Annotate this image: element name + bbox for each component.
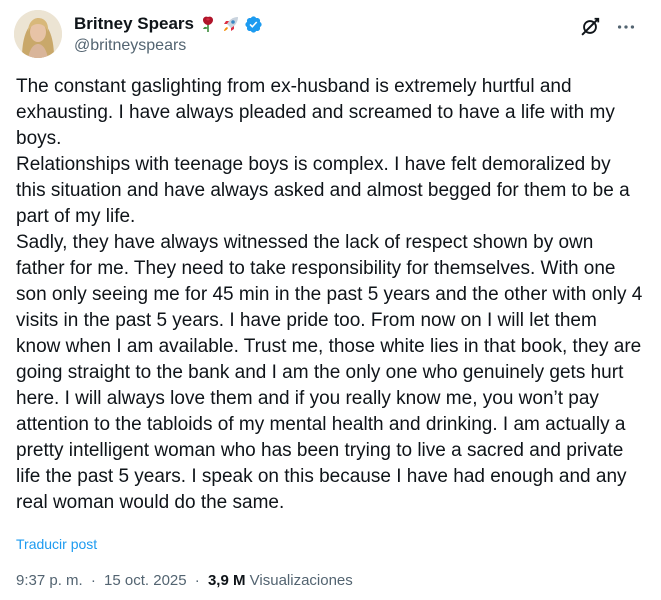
author-display-name[interactable]: Britney Spears (74, 14, 194, 34)
tweet-time[interactable]: 9:37 p. m. (16, 572, 83, 589)
views-count: 3,9 M (207, 572, 246, 589)
tweet: Britney Spears @britneyspears The consta… (0, 0, 661, 600)
author-handle[interactable]: @britneyspears (74, 37, 186, 55)
tweet-paragraph: Relationships with teenage boys is compl… (16, 154, 630, 227)
more-icon[interactable] (615, 16, 637, 38)
meta-separator: · (90, 572, 96, 589)
tweet-text: The constant gaslighting from ex-husband… (16, 74, 644, 516)
tweet-date[interactable]: 15 oct. 2025 (104, 572, 187, 589)
translate-post-link[interactable]: Traducir post (16, 536, 97, 552)
avatar[interactable] (14, 10, 62, 58)
tweet-top-actions (579, 16, 637, 38)
tweet-meta: 9:37 p. m. · 15 oct. 2025 · 3,9 M Visual… (16, 572, 353, 589)
grok-icon[interactable] (579, 16, 601, 38)
meta-separator: · (194, 572, 200, 589)
verified-badge-icon[interactable] (244, 15, 263, 34)
tweet-paragraph: Sadly, they have always witnessed the la… (16, 232, 643, 513)
tweet-paragraph: The constant gaslighting from ex-husband… (16, 76, 615, 149)
views-label: Visualizaciones (249, 572, 353, 589)
author-name-row: Britney Spears (74, 12, 263, 36)
rose-icon (199, 15, 217, 33)
rocket-icon (222, 15, 240, 33)
